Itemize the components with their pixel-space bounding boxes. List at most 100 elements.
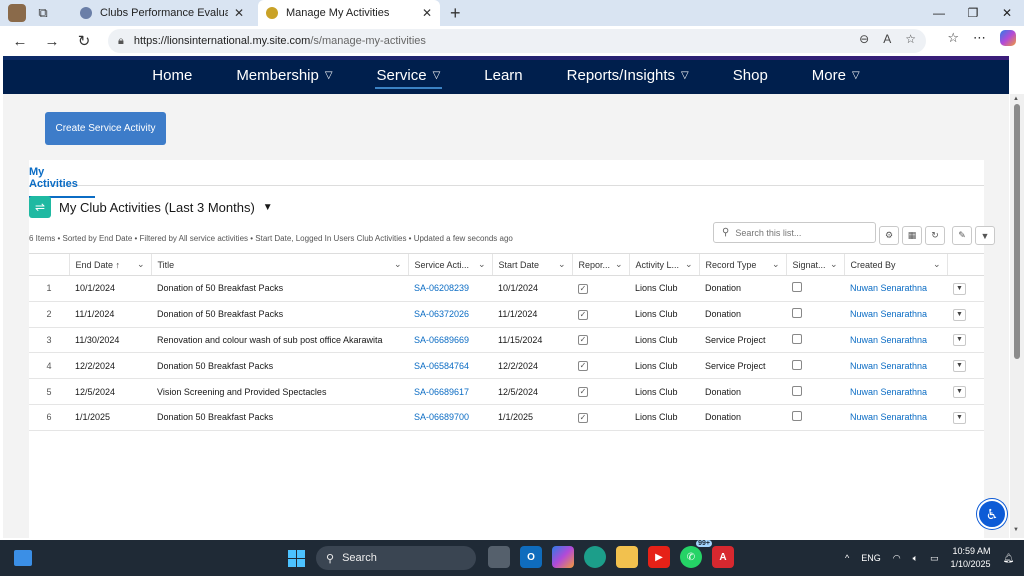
service-activity-link[interactable]: SA-06689700 <box>408 404 492 431</box>
col-title[interactable]: Title ⌄ <box>150 253 408 276</box>
chevron-down-icon[interactable]: ⌄ <box>478 259 486 270</box>
table-row[interactable]: 2 11/1/2024 Donation of 50 Breakfast Packs… <box>29 301 984 328</box>
search-list-box[interactable]: ⚲ <box>713 222 876 243</box>
more-options-icon[interactable]: ⋯ <box>973 30 986 46</box>
row-actions-dropdown-icon[interactable]: ▼ <box>953 308 966 321</box>
row-actions-dropdown-icon[interactable]: ▼ <box>953 386 966 399</box>
create-service-activity-button[interactable]: Create Service Activity <box>45 112 166 145</box>
nav-learn[interactable]: Learn <box>484 56 522 94</box>
show-hidden-icons-icon[interactable]: ^ <box>845 553 849 563</box>
table-row[interactable]: 1 10/1/2024 Donation of 50 Breakfast Packs… <box>29 275 984 302</box>
widgets-icon[interactable] <box>14 550 32 566</box>
list-view-title[interactable]: My Club Activities (Last 3 Months) <box>59 200 255 215</box>
display-as-table-icon[interactable]: ▦ <box>902 226 922 245</box>
acrobat-icon[interactable]: A <box>712 546 734 568</box>
clock[interactable]: 10:59 AM 1/10/2025 <box>951 545 991 571</box>
nav-home[interactable]: Home <box>152 56 192 94</box>
refresh-icon[interactable]: ↻ <box>68 32 100 50</box>
refresh-list-icon[interactable]: ↻ <box>925 226 945 245</box>
profile-avatar-icon[interactable] <box>8 4 26 22</box>
chevron-down-icon[interactable]: ⌄ <box>685 259 693 270</box>
chevron-down-icon[interactable]: ⌄ <box>394 259 402 270</box>
copilot-icon[interactable] <box>1000 30 1016 46</box>
list-settings-gear-icon[interactable]: ⚙ <box>879 226 899 245</box>
task-view-icon[interactable] <box>488 546 510 568</box>
scrollbar-thumb[interactable] <box>1014 104 1020 359</box>
row-actions-dropdown-icon[interactable]: ▼ <box>953 411 966 424</box>
nav-more[interactable]: More ▽ <box>812 56 860 94</box>
created-by-link[interactable]: Nuwan Senarathna <box>844 327 947 354</box>
service-activity-link[interactable]: SA-06208239 <box>408 275 492 302</box>
nav-shop[interactable]: Shop <box>733 56 768 94</box>
forward-icon[interactable]: → <box>36 33 68 50</box>
created-by-link[interactable]: Nuwan Senarathna <box>844 404 947 431</box>
row-actions-dropdown-icon[interactable]: ▼ <box>953 360 966 373</box>
table-row[interactable]: 4 12/2/2024 Donation 50 Breakfast Packs SA-… <box>29 352 984 380</box>
volume-icon[interactable]: 🔈︎ <box>913 553 918 564</box>
chevron-down-icon[interactable]: ⌄ <box>933 259 941 270</box>
search-list-input[interactable] <box>735 227 866 238</box>
windows-start-icon[interactable] <box>288 550 305 567</box>
filter-icon[interactable]: ▼ <box>975 226 995 245</box>
created-by-link[interactable]: Nuwan Senarathna <box>844 301 947 328</box>
minimize-icon[interactable]: — <box>922 6 956 20</box>
col-record-type[interactable]: Record Type ⌄ <box>698 253 786 276</box>
notifications-bell-icon[interactable]: 🔔︎ <box>1003 553 1014 564</box>
nav-service[interactable]: Service ▽ <box>374 56 443 94</box>
edit-list-pencil-icon[interactable]: ✎ <box>952 226 972 245</box>
nav-membership[interactable]: Membership ▽ <box>236 56 332 94</box>
nav-reports-insights[interactable]: Reports/Insights ▽ <box>567 56 689 94</box>
back-icon[interactable]: ← <box>4 33 36 50</box>
list-view-dropdown-icon[interactable]: ▼ <box>263 202 273 213</box>
tab-manage-activities[interactable]: Manage My Activities ✕ <box>258 0 440 26</box>
col-created-by[interactable]: Created By ⌄ <box>843 253 947 276</box>
service-activity-link[interactable]: SA-06372026 <box>408 301 492 328</box>
chevron-down-icon[interactable]: ⌄ <box>558 259 566 270</box>
scroll-up-arrow-icon[interactable]: ▲ <box>1013 96 1019 102</box>
row-actions-dropdown-icon[interactable]: ▼ <box>953 282 966 295</box>
wifi-icon[interactable]: ◠ <box>893 553 901 564</box>
outlook-icon[interactable]: O <box>520 546 542 568</box>
col-reported[interactable]: Repor... ⌄ <box>571 253 629 276</box>
tab-my-activities[interactable]: My Activities <box>29 166 95 198</box>
read-aloud-icon[interactable]: A <box>883 32 891 46</box>
file-explorer-icon[interactable] <box>616 546 638 568</box>
scroll-down-arrow-icon[interactable]: ▼ <box>1013 527 1019 533</box>
url-field[interactable]: 🔒︎ https://lionsinternational.my.site.co… <box>108 29 926 53</box>
col-service-activity[interactable]: Service Acti... ⌄ <box>407 253 492 276</box>
service-activity-link[interactable]: SA-06689617 <box>408 378 492 405</box>
whatsapp-icon[interactable]: ✆ 99+ <box>680 540 712 568</box>
chevron-down-icon[interactable]: ⌄ <box>137 259 145 270</box>
chevron-down-icon[interactable]: ⌄ <box>772 259 780 270</box>
created-by-link[interactable]: Nuwan Senarathna <box>844 378 947 405</box>
service-activity-link[interactable]: SA-06689669 <box>408 327 492 354</box>
created-by-link[interactable]: Nuwan Senarathna <box>844 275 947 302</box>
zoom-icon[interactable]: ⊖ <box>859 32 869 46</box>
table-row[interactable]: 3 11/30/2024 Renovation and colour wash of… <box>29 327 984 354</box>
col-signature[interactable]: Signat... ⌄ <box>785 253 844 276</box>
youtube-icon[interactable]: ▶ <box>648 546 670 568</box>
col-activity-level[interactable]: Activity L... ⌄ <box>628 253 699 276</box>
copilot-app-icon[interactable] <box>552 546 574 568</box>
close-tab-icon[interactable]: ✕ <box>234 6 244 20</box>
edge-icon[interactable] <box>584 546 606 568</box>
table-row[interactable]: 5 12/5/2024 Vision Screening and Provided … <box>29 378 984 405</box>
new-tab-icon[interactable]: + <box>450 3 461 24</box>
service-activity-link[interactable]: SA-06584764 <box>408 352 492 380</box>
chevron-down-icon[interactable]: ⌄ <box>830 259 838 270</box>
taskbar-search[interactable]: ⚲ Search <box>316 546 476 570</box>
workspaces-icon[interactable]: ⧉ <box>32 2 54 24</box>
lock-icon[interactable]: 🔒︎ <box>118 35 124 48</box>
page-scrollbar[interactable] <box>1010 94 1024 538</box>
table-row[interactable]: 6 1/1/2025 Donation 50 Breakfast Packs SA-0… <box>29 404 984 431</box>
tab-clubs-performance[interactable]: Clubs Performance Evaluation Sys ✕ <box>72 0 252 26</box>
language-indicator[interactable]: ENG <box>861 553 881 563</box>
col-start-date[interactable]: Start Date ⌄ <box>491 253 572 276</box>
favorite-star-icon[interactable]: ☆ <box>905 32 916 46</box>
close-tab-icon[interactable]: ✕ <box>422 6 432 20</box>
col-end-date[interactable]: End Date ↑ ⌄ <box>68 253 151 276</box>
battery-icon[interactable]: ▭ <box>930 553 939 564</box>
restore-icon[interactable]: ❐ <box>956 6 990 20</box>
accessibility-icon[interactable]: ♿︎ <box>977 499 1007 529</box>
row-actions-dropdown-icon[interactable]: ▼ <box>953 334 966 347</box>
